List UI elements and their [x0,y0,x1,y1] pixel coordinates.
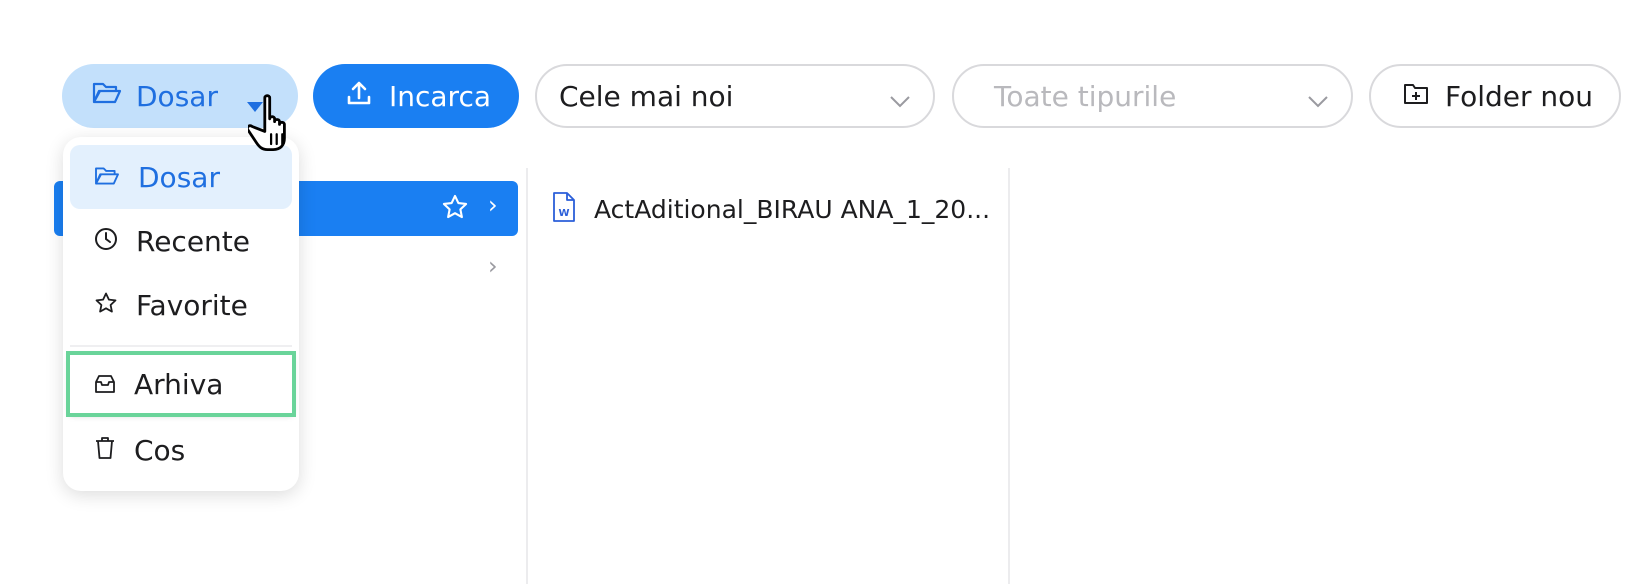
menu-divider [70,345,292,347]
menu-item-label: Arhiva [134,367,224,401]
star-icon [94,289,118,322]
type-filter-select[interactable]: Toate tipurile [952,64,1353,128]
trash-icon [94,434,116,467]
upload-button-label: Incarca [389,79,492,113]
column-divider [526,168,528,584]
star-icon[interactable] [441,193,469,225]
clock-icon [94,225,118,258]
menu-item-label: Dosar [138,160,220,194]
menu-item-recente[interactable]: Recente [70,209,292,273]
folder-open-icon [92,80,122,113]
chevron-down-icon [1307,86,1329,119]
type-filter-placeholder: Toate tipurile [994,79,1177,113]
hand-cursor-icon [245,92,304,158]
dosar-button-label: Dosar [136,79,218,113]
menu-item-favorite[interactable]: Favorite [70,273,292,337]
svg-text:W: W [558,208,569,219]
new-folder-label: Folder nou [1445,79,1594,113]
dosar-dropdown-menu: Dosar Recente Favorite Arhiva Cos [63,137,299,491]
chevron-right-icon: › [488,191,498,219]
chevron-down-icon [889,86,911,119]
menu-item-cos[interactable]: Cos [70,418,292,482]
column-divider [1008,168,1010,584]
upload-button[interactable]: Incarca [313,64,519,128]
upload-icon [345,79,373,114]
word-document-icon: W [552,192,576,226]
new-folder-button[interactable]: Folder nou [1369,64,1621,128]
menu-item-arhiva[interactable]: Arhiva [66,351,296,417]
file-item[interactable]: W ActAditional_BIRAU ANA_1_20... [552,192,990,226]
folder-plus-icon [1403,80,1429,113]
menu-item-label: Favorite [136,288,248,322]
menu-item-label: Recente [136,224,250,258]
archive-icon [94,368,116,401]
menu-item-label: Cos [134,433,186,467]
sort-select[interactable]: Cele mai noi [535,64,935,128]
chevron-right-icon[interactable]: › [488,252,498,280]
folder-open-icon [94,161,120,194]
sort-select-value: Cele mai noi [559,79,734,113]
file-name: ActAditional_BIRAU ANA_1_20... [594,194,991,224]
